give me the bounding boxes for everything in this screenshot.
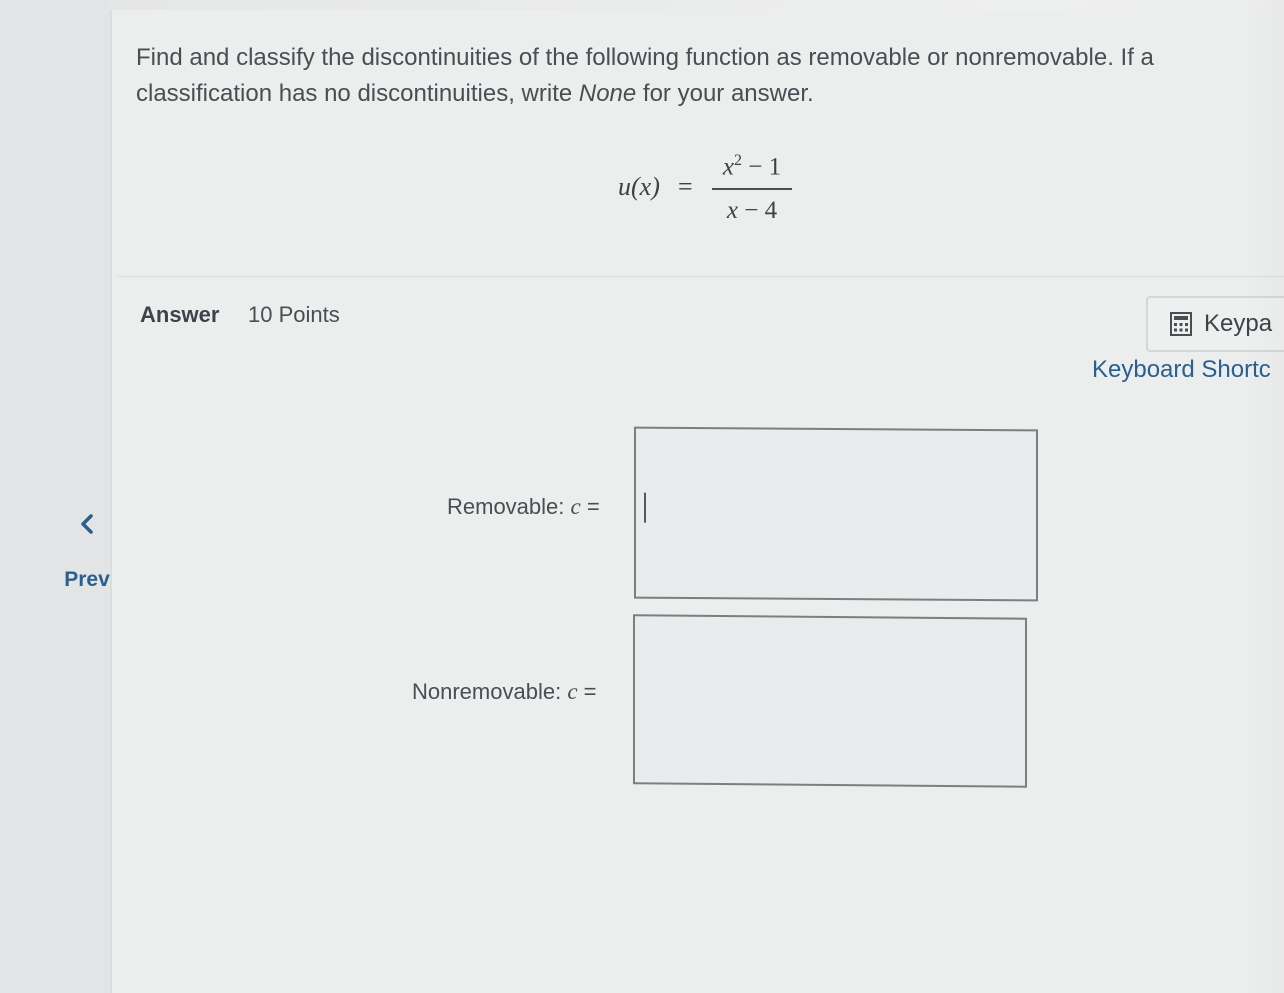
nonremovable-answer-box[interactable]	[633, 614, 1027, 788]
nonremovable-label-text: Nonremovable:	[412, 679, 568, 704]
formula-equals: =	[678, 172, 693, 201]
removable-equals: =	[586, 494, 600, 519]
prev-label: Prev	[64, 568, 110, 591]
left-navigation-rail	[0, 0, 110, 993]
points-value: 10 Points	[248, 302, 340, 327]
formula-numerator: x2 − 1	[712, 144, 792, 184]
screen-edge-shade	[1244, 0, 1284, 993]
formula-lhs: u(x)	[618, 172, 660, 201]
numerator-variable: x	[722, 153, 734, 181]
fraction-bar	[712, 188, 792, 191]
formula-fraction: x2 − 1 x − 4	[712, 144, 792, 226]
section-divider	[118, 276, 1284, 277]
nonremovable-input[interactable]	[635, 616, 1025, 786]
nonremovable-variable: c	[567, 679, 578, 704]
removable-answer-box[interactable]	[634, 426, 1038, 602]
question-prompt: Find and classify the discontinuities of…	[136, 40, 1246, 112]
removable-label: Removable: c =	[447, 494, 600, 520]
denominator-variable: x	[726, 197, 738, 225]
question-screen: Find and classify the discontinuities of…	[0, 0, 1284, 993]
removable-variable: c	[570, 494, 581, 519]
numerator-rest: − 1	[742, 153, 782, 181]
denominator-rest: − 4	[738, 197, 778, 225]
question-text-part2: for your answer.	[636, 80, 814, 107]
question-text-emphasis: None	[578, 80, 637, 107]
nonremovable-label: Nonremovable: c =	[412, 679, 597, 705]
chevron-left-icon	[81, 514, 93, 534]
removable-label-text: Removable:	[447, 494, 571, 519]
removable-input[interactable]	[636, 428, 1036, 600]
nonremovable-equals: =	[583, 679, 597, 704]
formula-denominator: x − 4	[712, 196, 792, 226]
answer-heading: Answer	[140, 302, 220, 327]
calculator-icon	[1170, 312, 1192, 336]
numerator-exponent: 2	[734, 152, 742, 169]
prev-button[interactable]: Prev	[52, 512, 122, 612]
